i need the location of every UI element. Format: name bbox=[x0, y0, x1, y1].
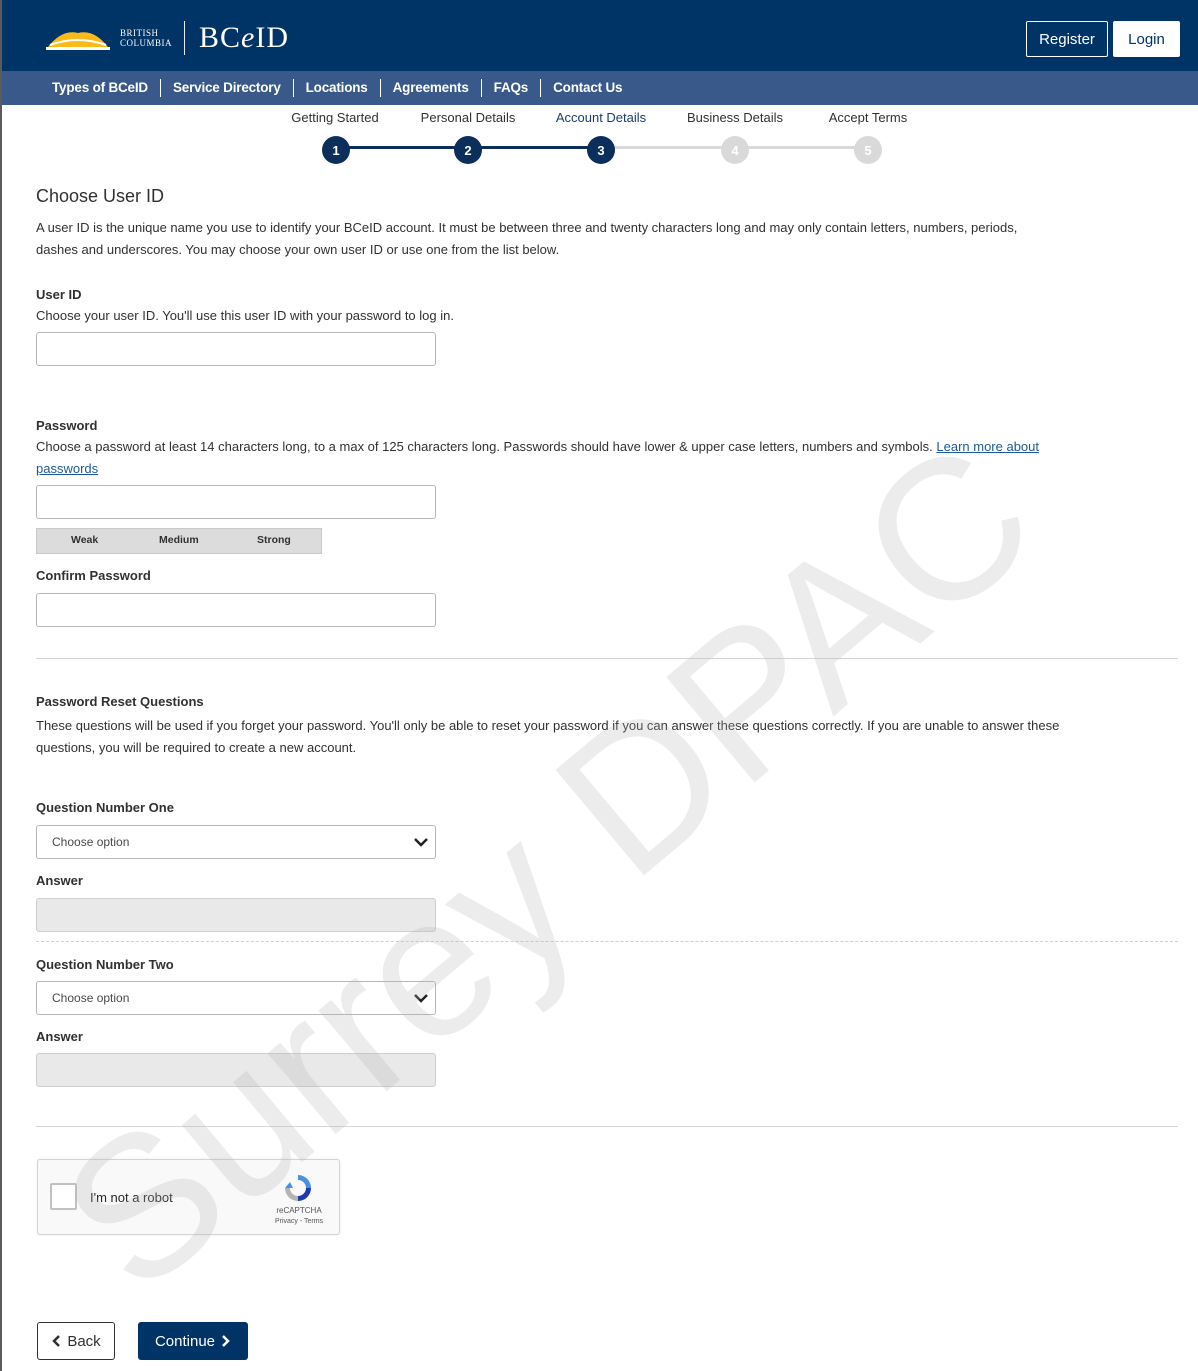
back-button-label: Back bbox=[67, 1332, 101, 1350]
recaptcha-brand: reCAPTCHA bbox=[276, 1206, 322, 1215]
brand-suffix: ID bbox=[255, 21, 290, 54]
brand-title: BCeID bbox=[199, 21, 289, 55]
bc-logo[interactable]: BRITISH COLUMBIA BCeID bbox=[42, 14, 289, 62]
step-label: Accept Terms bbox=[828, 110, 908, 125]
learn-more-passwords-link-continued[interactable]: passwords bbox=[36, 461, 98, 476]
recaptcha-checkbox[interactable] bbox=[50, 1183, 77, 1210]
strength-medium-label: Medium bbox=[159, 534, 199, 546]
brand-italic: e bbox=[241, 21, 256, 54]
chevron-right-icon bbox=[222, 1335, 230, 1347]
answer-one-input[interactable] bbox=[36, 898, 436, 932]
back-button[interactable]: Back bbox=[37, 1322, 115, 1360]
learn-more-passwords-link[interactable]: Learn more about bbox=[936, 439, 1039, 454]
question-divider bbox=[36, 941, 1178, 942]
nav-service-directory[interactable]: Service Directory bbox=[159, 79, 293, 97]
choose-user-id-heading: Choose User ID bbox=[36, 186, 165, 206]
step-account-details: Account Details 3 bbox=[531, 110, 671, 164]
continue-button-label: Continue bbox=[154, 1332, 216, 1350]
step-accept-terms: Accept Terms 5 bbox=[798, 110, 938, 164]
chevron-down-icon bbox=[414, 838, 428, 847]
question-one-label: Question Number One bbox=[36, 800, 174, 815]
password-strength-meter: Weak Medium Strong bbox=[36, 528, 322, 554]
question-one-select[interactable]: Choose option bbox=[36, 825, 436, 859]
bc-wordmark: BRITISH COLUMBIA bbox=[120, 28, 172, 48]
step-number: 3 bbox=[587, 136, 615, 164]
main-nav: Types of BCeID Service Directory Locatio… bbox=[2, 71, 1198, 105]
answer-two-input[interactable] bbox=[36, 1053, 436, 1087]
user-id-label: User ID bbox=[36, 287, 82, 302]
step-label: Account Details bbox=[555, 110, 647, 125]
reset-description-line1: These questions will be used if you forg… bbox=[36, 718, 1060, 733]
section-divider bbox=[36, 1126, 1178, 1127]
step-number: 5 bbox=[854, 136, 882, 164]
password-input[interactable] bbox=[36, 485, 436, 519]
user-id-description-line1: A user ID is the unique name you use to … bbox=[36, 220, 1018, 235]
bc-sun-logo-icon bbox=[46, 32, 110, 50]
register-button[interactable]: Register bbox=[1026, 21, 1108, 57]
confirm-password-label: Confirm Password bbox=[36, 568, 151, 583]
logo-divider bbox=[184, 21, 186, 55]
user-id-description-line2: dashes and underscores. You may choose y… bbox=[36, 242, 560, 257]
brand-prefix: BC bbox=[199, 21, 242, 54]
nav-agreements[interactable]: Agreements bbox=[379, 79, 481, 97]
nav-contact-us[interactable]: Contact Us bbox=[540, 79, 634, 97]
user-id-input[interactable] bbox=[36, 332, 436, 366]
password-label: Password bbox=[36, 418, 98, 433]
answer-two-label: Answer bbox=[36, 1029, 83, 1044]
step-personal-details: Personal Details 2 bbox=[398, 110, 538, 164]
confirm-password-input[interactable] bbox=[36, 593, 436, 627]
nav-types-of-bceid[interactable]: Types of BCeID bbox=[40, 79, 160, 97]
password-help-line1: Choose a password at least 14 characters… bbox=[36, 436, 1039, 458]
step-label: Business Details bbox=[686, 110, 784, 125]
password-help-text: Choose a password at least 14 characters… bbox=[36, 439, 933, 454]
logo-line-british: BRITISH bbox=[120, 28, 159, 38]
site-header: BRITISH COLUMBIA BCeID Register Login bbox=[2, 0, 1198, 78]
recaptcha-icon bbox=[285, 1175, 311, 1201]
question-two-value: Choose option bbox=[52, 991, 130, 1005]
password-reset-heading: Password Reset Questions bbox=[36, 694, 204, 709]
nav-locations[interactable]: Locations bbox=[292, 79, 380, 97]
step-number: 2 bbox=[454, 136, 482, 164]
strength-weak-label: Weak bbox=[71, 534, 99, 546]
question-two-select[interactable]: Choose option bbox=[36, 981, 436, 1015]
recaptcha-terms-link[interactable]: Privacy - Terms bbox=[264, 1218, 334, 1225]
login-button[interactable]: Login bbox=[1113, 21, 1180, 57]
password-help-line2: passwords bbox=[36, 458, 98, 480]
chevron-left-icon bbox=[52, 1335, 61, 1347]
answer-one-label: Answer bbox=[36, 873, 83, 888]
step-label: Personal Details bbox=[420, 110, 516, 125]
user-id-help: Choose your user ID. You'll use this use… bbox=[36, 308, 454, 323]
question-one-value: Choose option bbox=[52, 835, 130, 849]
chevron-down-icon bbox=[414, 994, 428, 1003]
strength-strong-label: Strong bbox=[257, 534, 291, 546]
logo-line-columbia: COLUMBIA bbox=[120, 38, 173, 48]
step-number: 4 bbox=[721, 136, 749, 164]
recaptcha-label: I'm not a robot bbox=[90, 1190, 173, 1205]
nav-faqs[interactable]: FAQs bbox=[480, 79, 540, 97]
reset-description-line2: questions, you will be required to creat… bbox=[36, 740, 357, 755]
step-number: 1 bbox=[322, 136, 350, 164]
continue-button[interactable]: Continue bbox=[138, 1322, 248, 1360]
step-getting-started: Getting Started 1 bbox=[265, 110, 405, 164]
recaptcha-widget: I'm not a robot reCAPTCHA Privacy - Term… bbox=[37, 1159, 340, 1235]
section-divider bbox=[36, 658, 1178, 659]
question-two-label: Question Number Two bbox=[36, 957, 174, 972]
step-business-details: Business Details 4 bbox=[665, 110, 805, 164]
step-label: Getting Started bbox=[291, 110, 379, 125]
